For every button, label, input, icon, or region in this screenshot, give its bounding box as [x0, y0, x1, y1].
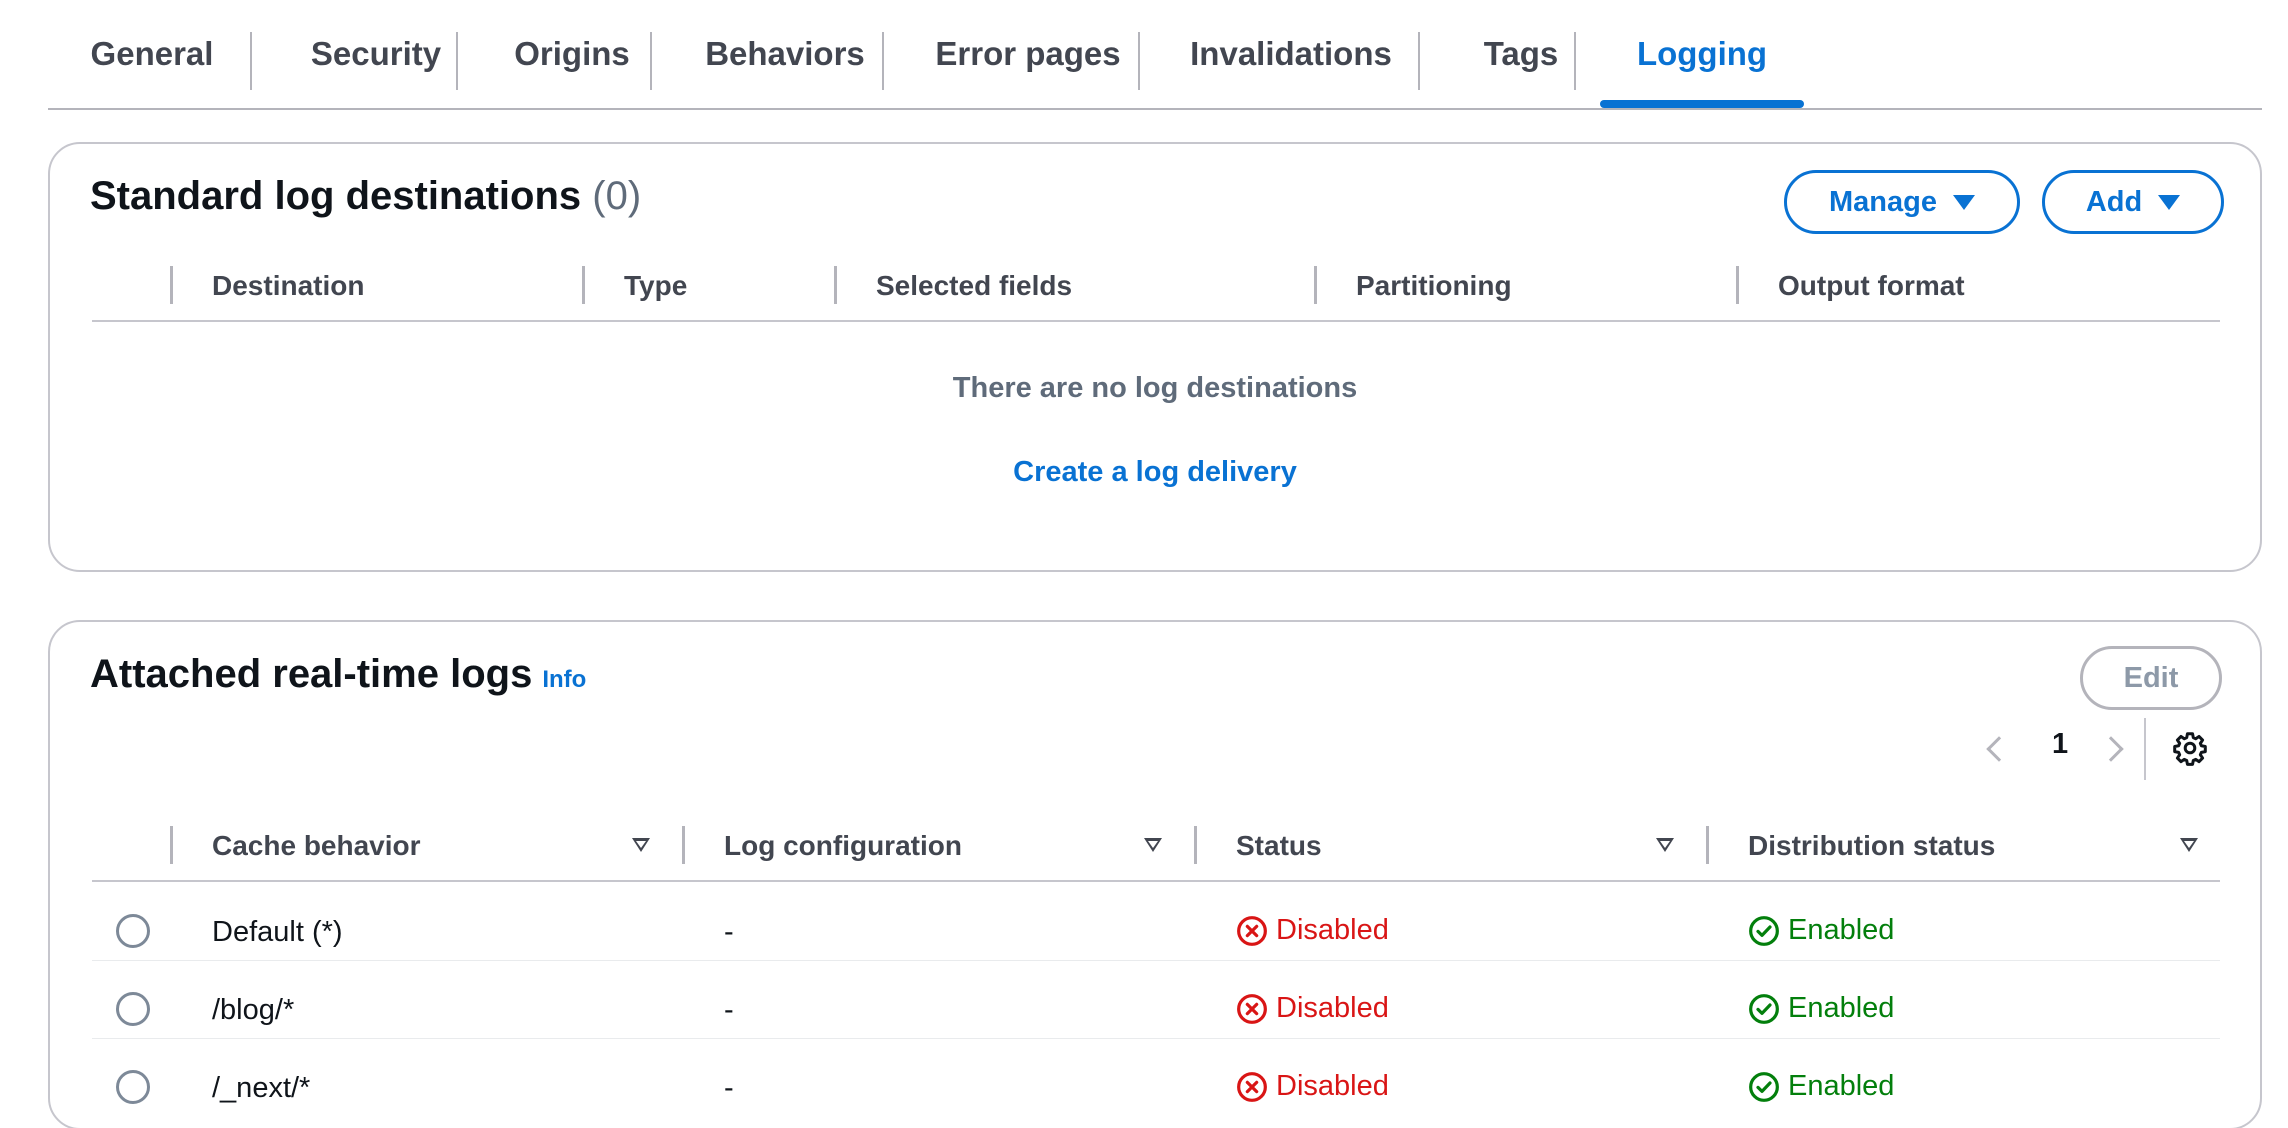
panel-title: Standard log destinations (0) — [90, 174, 641, 219]
status-label: Disabled — [1276, 1070, 1389, 1102]
column-divider — [582, 266, 585, 304]
distribution-status-label: Enabled — [1788, 992, 1895, 1024]
column-header-status[interactable]: Status — [1236, 830, 1322, 862]
column-header-cache-behavior[interactable]: Cache behavior — [212, 830, 421, 862]
status-cell: Disabled — [1236, 992, 1389, 1025]
log-configuration-cell: - — [724, 994, 734, 1026]
info-link[interactable]: Info — [542, 666, 586, 693]
panel-title: Attached real-time logs Info — [90, 652, 586, 697]
cache-behavior-cell: /blog/* — [212, 994, 295, 1026]
table-header-rule — [92, 880, 2220, 882]
tab-bar: General Security Origins Behaviors Error… — [48, 0, 2262, 110]
settings-gear-icon[interactable] — [2172, 730, 2208, 766]
row-select-radio[interactable] — [116, 914, 150, 948]
previous-page-icon[interactable] — [1986, 736, 2012, 762]
standard-log-destinations-panel: Standard log destinations (0) Manage Add… — [48, 142, 2262, 572]
column-divider — [170, 266, 173, 304]
distribution-status-label: Enabled — [1788, 914, 1895, 946]
column-header-partitioning[interactable]: Partitioning — [1356, 270, 1512, 302]
realtime-logs-title: Attached real-time logs — [90, 652, 533, 696]
column-divider — [834, 266, 837, 304]
column-divider — [1736, 266, 1739, 304]
edit-button[interactable]: Edit — [2080, 646, 2222, 710]
destinations-count: (0) — [592, 174, 642, 218]
tab-divider — [1138, 32, 1140, 90]
column-header-destination[interactable]: Destination — [212, 270, 364, 302]
manage-button-label: Manage — [1829, 185, 1937, 218]
add-button-label: Add — [2085, 185, 2143, 218]
caret-down-icon — [2158, 194, 2181, 210]
tab-behaviors[interactable]: Behaviors — [678, 0, 892, 108]
tab-general[interactable]: General — [62, 0, 242, 108]
error-x-circle-icon — [1237, 993, 1267, 1024]
column-divider — [1706, 826, 1709, 864]
pager-divider — [2144, 718, 2146, 780]
cache-behavior-cell: /_next/* — [212, 1072, 311, 1104]
error-x-circle-icon — [1237, 1071, 1267, 1102]
tab-divider — [250, 32, 252, 90]
sort-icon[interactable] — [1144, 838, 1162, 852]
log-configuration-cell: - — [724, 1072, 734, 1104]
row-select-radio[interactable] — [116, 992, 150, 1026]
column-header-output-format[interactable]: Output format — [1778, 270, 1965, 302]
column-divider — [682, 826, 685, 864]
success-check-circle-icon — [1749, 915, 1779, 946]
column-divider — [1194, 826, 1197, 864]
row-divider — [92, 960, 2220, 961]
tab-error-pages[interactable]: Error pages — [910, 0, 1146, 108]
sort-icon[interactable] — [1656, 838, 1674, 852]
cache-behavior-cell: Default (*) — [212, 916, 343, 948]
sort-icon[interactable] — [632, 838, 650, 852]
column-divider — [1314, 266, 1317, 304]
row-divider — [92, 1038, 2220, 1039]
row-select-radio[interactable] — [116, 1070, 150, 1104]
tab-invalidations[interactable]: Invalidations — [1166, 0, 1416, 108]
attached-realtime-logs-panel: Attached real-time logs Info Edit 1 Cache… — [48, 620, 2262, 1128]
table-header-rule — [92, 320, 2220, 322]
distribution-status-cell: Enabled — [1748, 1070, 1894, 1103]
status-label: Disabled — [1276, 914, 1389, 946]
tab-divider — [650, 32, 652, 90]
tab-logging[interactable]: Logging — [1600, 0, 1804, 108]
sort-icon[interactable] — [2180, 838, 2198, 852]
distribution-status-label: Enabled — [1788, 1070, 1895, 1102]
error-x-circle-icon — [1237, 915, 1267, 946]
page-number[interactable]: 1 — [2052, 728, 2068, 761]
tab-security[interactable]: Security — [276, 0, 476, 108]
distribution-status-cell: Enabled — [1748, 914, 1894, 947]
add-button[interactable]: Add — [2042, 170, 2224, 234]
standard-logs-title: Standard log destinations — [90, 174, 582, 218]
column-header-distribution-status[interactable]: Distribution status — [1748, 830, 1995, 862]
column-header-selected-fields[interactable]: Selected fields — [876, 270, 1072, 302]
log-configuration-cell: - — [724, 916, 734, 948]
empty-state-message: There are no log destinations — [952, 372, 1358, 404]
tab-divider — [1574, 32, 1576, 90]
success-check-circle-icon — [1749, 993, 1779, 1024]
tab-divider — [456, 32, 458, 90]
create-log-delivery-link[interactable]: Create a log delivery — [50, 456, 2260, 489]
tab-divider — [882, 32, 884, 90]
edit-button-label: Edit — [2123, 661, 2179, 694]
status-cell: Disabled — [1236, 1070, 1389, 1103]
status-label: Disabled — [1276, 992, 1389, 1024]
status-cell: Disabled — [1236, 914, 1389, 947]
column-divider — [170, 826, 173, 864]
column-header-log-configuration[interactable]: Log configuration — [724, 830, 962, 862]
column-header-type[interactable]: Type — [624, 270, 687, 302]
next-page-icon[interactable] — [2098, 736, 2124, 762]
manage-button[interactable]: Manage — [1784, 170, 2020, 234]
tab-divider — [1418, 32, 1420, 90]
caret-down-icon — [1952, 194, 1975, 210]
success-check-circle-icon — [1749, 1071, 1779, 1102]
tab-origins[interactable]: Origins — [482, 0, 662, 108]
distribution-status-cell: Enabled — [1748, 992, 1894, 1025]
active-tab-indicator — [1600, 100, 1804, 108]
